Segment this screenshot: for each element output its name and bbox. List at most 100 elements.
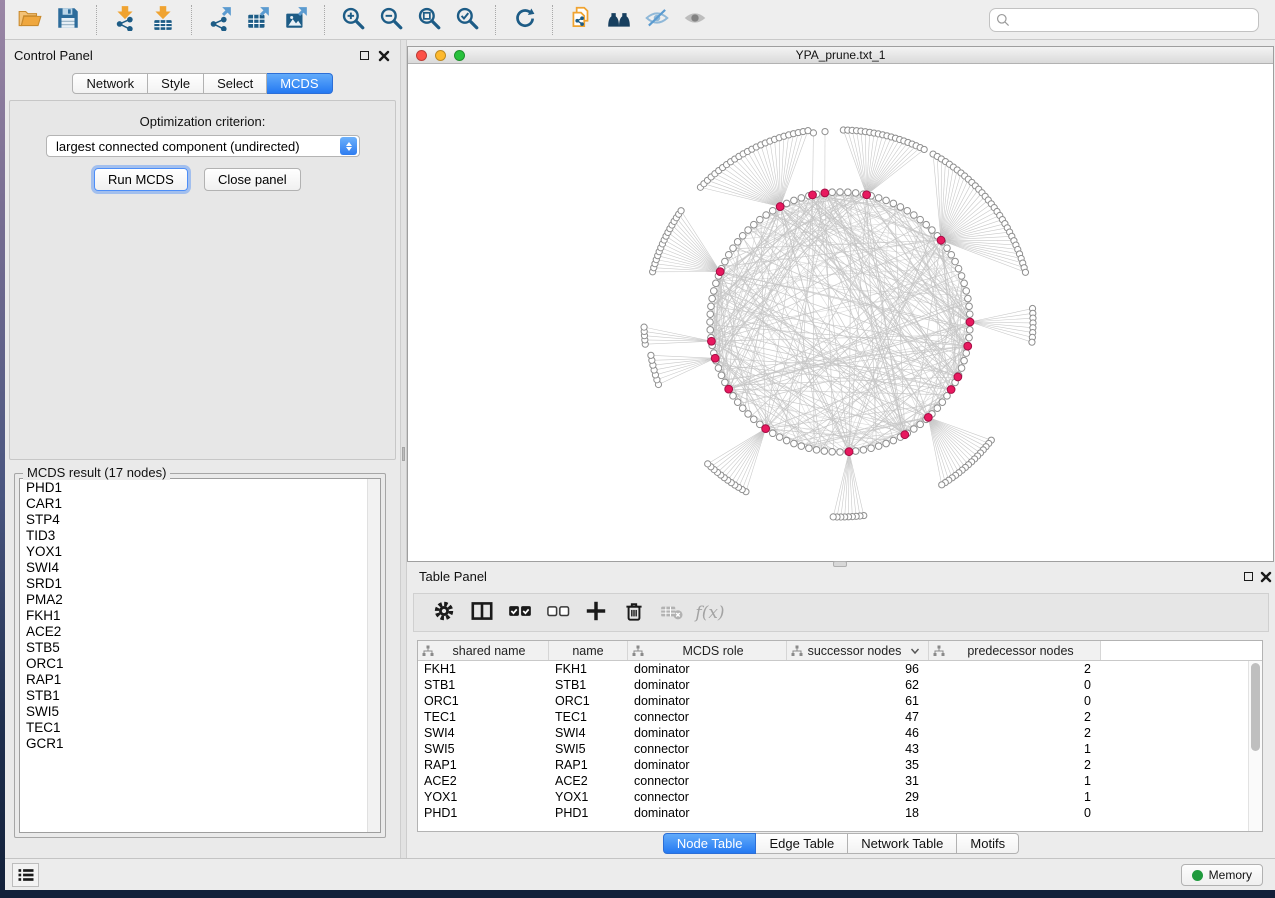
tab-motifs[interactable]: Motifs (957, 833, 1019, 854)
header-filler (1101, 641, 1262, 660)
maximize-window-icon[interactable] (454, 50, 465, 61)
float-table-panel-button[interactable] (1240, 569, 1256, 584)
node-table: shared namenameMCDS rolesuccessor nodes p… (417, 640, 1263, 832)
control-panel-title: Control Panel (14, 48, 93, 63)
vertical-splitter[interactable] (400, 40, 407, 858)
delete-column-button[interactable] (618, 597, 650, 629)
hide-selected-icon (644, 5, 670, 34)
mcds-result-item[interactable]: STB5 (26, 640, 380, 656)
tab-select[interactable]: Select (204, 73, 267, 94)
mcds-result-item[interactable]: ORC1 (26, 656, 380, 672)
table-row[interactable]: PHD1PHD1dominator180 (418, 805, 1248, 821)
export-table-button[interactable] (241, 3, 275, 37)
add-column-button[interactable] (580, 597, 612, 629)
table-row[interactable]: SWI4SWI4dominator462 (418, 725, 1248, 741)
column-label: predecessor nodes (945, 644, 1096, 658)
memory-button[interactable]: Memory (1181, 864, 1263, 886)
mcds-result-item[interactable]: PHD1 (26, 480, 380, 496)
tab-node-table[interactable]: Node Table (663, 833, 757, 854)
column-header-mcds-role[interactable]: MCDS role (628, 641, 787, 660)
mcds-result-item[interactable]: STB1 (26, 688, 380, 704)
float-control-panel-button[interactable] (356, 48, 372, 63)
tree-icon (791, 645, 803, 657)
network-window-titlebar[interactable]: YPA_prune.txt_1 (408, 47, 1273, 64)
column-header-shared-name[interactable]: shared name (418, 641, 549, 660)
table-row[interactable]: FKH1FKH1dominator962 (418, 661, 1248, 677)
export-network-icon (207, 5, 233, 34)
tab-edge-table[interactable]: Edge Table (756, 833, 848, 854)
column-header-predecessor-nodes[interactable]: predecessor nodes (929, 641, 1101, 660)
table-row[interactable]: ORC1ORC1dominator610 (418, 693, 1248, 709)
split-panel-button[interactable] (466, 597, 498, 629)
mcds-result-item[interactable]: SWI5 (26, 704, 380, 720)
column-header-successor-nodes[interactable]: successor nodes (787, 641, 929, 660)
first-neighbors-button[interactable] (602, 3, 636, 37)
table-cell: 61 (787, 693, 929, 709)
export-network-button[interactable] (203, 3, 237, 37)
network-canvas[interactable] (408, 64, 1273, 561)
table-scrollbar[interactable] (1248, 661, 1262, 831)
mcds-result-item[interactable]: ACE2 (26, 624, 380, 640)
export-image-button[interactable] (279, 3, 313, 37)
tab-style[interactable]: Style (148, 73, 204, 94)
mcds-result-item[interactable]: STP4 (26, 512, 380, 528)
optimization-criterion-select[interactable]: largest connected component (undirected) (46, 135, 360, 157)
table-row[interactable]: SWI5SWI5connector431 (418, 741, 1248, 757)
save-session-button[interactable] (51, 3, 85, 37)
close-table-panel-button[interactable] (1258, 569, 1274, 584)
float-icon (1244, 572, 1253, 581)
clone-network-button[interactable] (564, 3, 598, 37)
table-row[interactable]: TEC1TEC1connector472 (418, 709, 1248, 725)
table-scrollbar-thumb[interactable] (1251, 663, 1260, 751)
search-input[interactable] (989, 8, 1259, 32)
mcds-result-item[interactable]: CAR1 (26, 496, 380, 512)
tab-network[interactable]: Network (72, 73, 148, 94)
table-cell: 35 (787, 757, 929, 773)
zoom-selected-button[interactable] (450, 3, 484, 37)
table-row[interactable]: RAP1RAP1dominator352 (418, 757, 1248, 773)
deselect-all-button[interactable] (542, 597, 574, 629)
import-network-button[interactable] (108, 3, 142, 37)
select-all-button[interactable] (504, 597, 536, 629)
mcds-result-item[interactable]: TEC1 (26, 720, 380, 736)
mcds-result-item[interactable]: YOX1 (26, 544, 380, 560)
splitter-grip-icon[interactable] (402, 447, 405, 461)
tree-icon (632, 645, 644, 657)
horizontal-splitter-grip[interactable] (833, 561, 847, 567)
memory-status-dot (1192, 870, 1203, 881)
settings-gear-button[interactable] (428, 597, 460, 629)
zoom-fit-button[interactable] (412, 3, 446, 37)
table-row[interactable]: YOX1YOX1connector291 (418, 789, 1248, 805)
zoom-out-button[interactable] (374, 3, 408, 37)
mcds-result-item[interactable]: TID3 (26, 528, 380, 544)
show-all-button[interactable] (678, 3, 712, 37)
tab-mcds[interactable]: MCDS (267, 73, 332, 94)
table-cell: ACE2 (418, 773, 549, 789)
task-history-button[interactable] (12, 863, 39, 887)
table-cell: 1 (929, 789, 1101, 805)
mcds-result-item[interactable]: SWI4 (26, 560, 380, 576)
table-row[interactable]: ACE2ACE2connector311 (418, 773, 1248, 789)
function-builder-icon: f(x) (695, 603, 724, 623)
mcds-result-item[interactable]: GCR1 (26, 736, 380, 752)
import-table-button[interactable] (146, 3, 180, 37)
column-header-name[interactable]: name (549, 641, 628, 660)
close-mcds-panel-button[interactable]: Close panel (204, 168, 301, 191)
table-row[interactable]: STB1STB1dominator620 (418, 677, 1248, 693)
mcds-result-list[interactable]: PHD1CAR1STP4TID3YOX1SWI4SRD1PMA2FKH1ACE2… (19, 478, 381, 833)
run-mcds-button[interactable]: Run MCDS (94, 168, 188, 191)
close-control-panel-button[interactable] (376, 48, 392, 63)
tab-network-table[interactable]: Network Table (848, 833, 957, 854)
open-file-button[interactable] (13, 3, 47, 37)
hide-selected-button[interactable] (640, 3, 674, 37)
mcds-result-item[interactable]: PMA2 (26, 592, 380, 608)
selected-criterion-value: largest connected component (undirected) (47, 139, 340, 154)
zoom-in-button[interactable] (336, 3, 370, 37)
mcds-list-scrollbar[interactable] (367, 479, 380, 832)
mcds-result-item[interactable]: RAP1 (26, 672, 380, 688)
minimize-window-icon[interactable] (435, 50, 446, 61)
close-window-icon[interactable] (416, 50, 427, 61)
mcds-result-item[interactable]: FKH1 (26, 608, 380, 624)
refresh-button[interactable] (507, 3, 541, 37)
mcds-result-item[interactable]: SRD1 (26, 576, 380, 592)
